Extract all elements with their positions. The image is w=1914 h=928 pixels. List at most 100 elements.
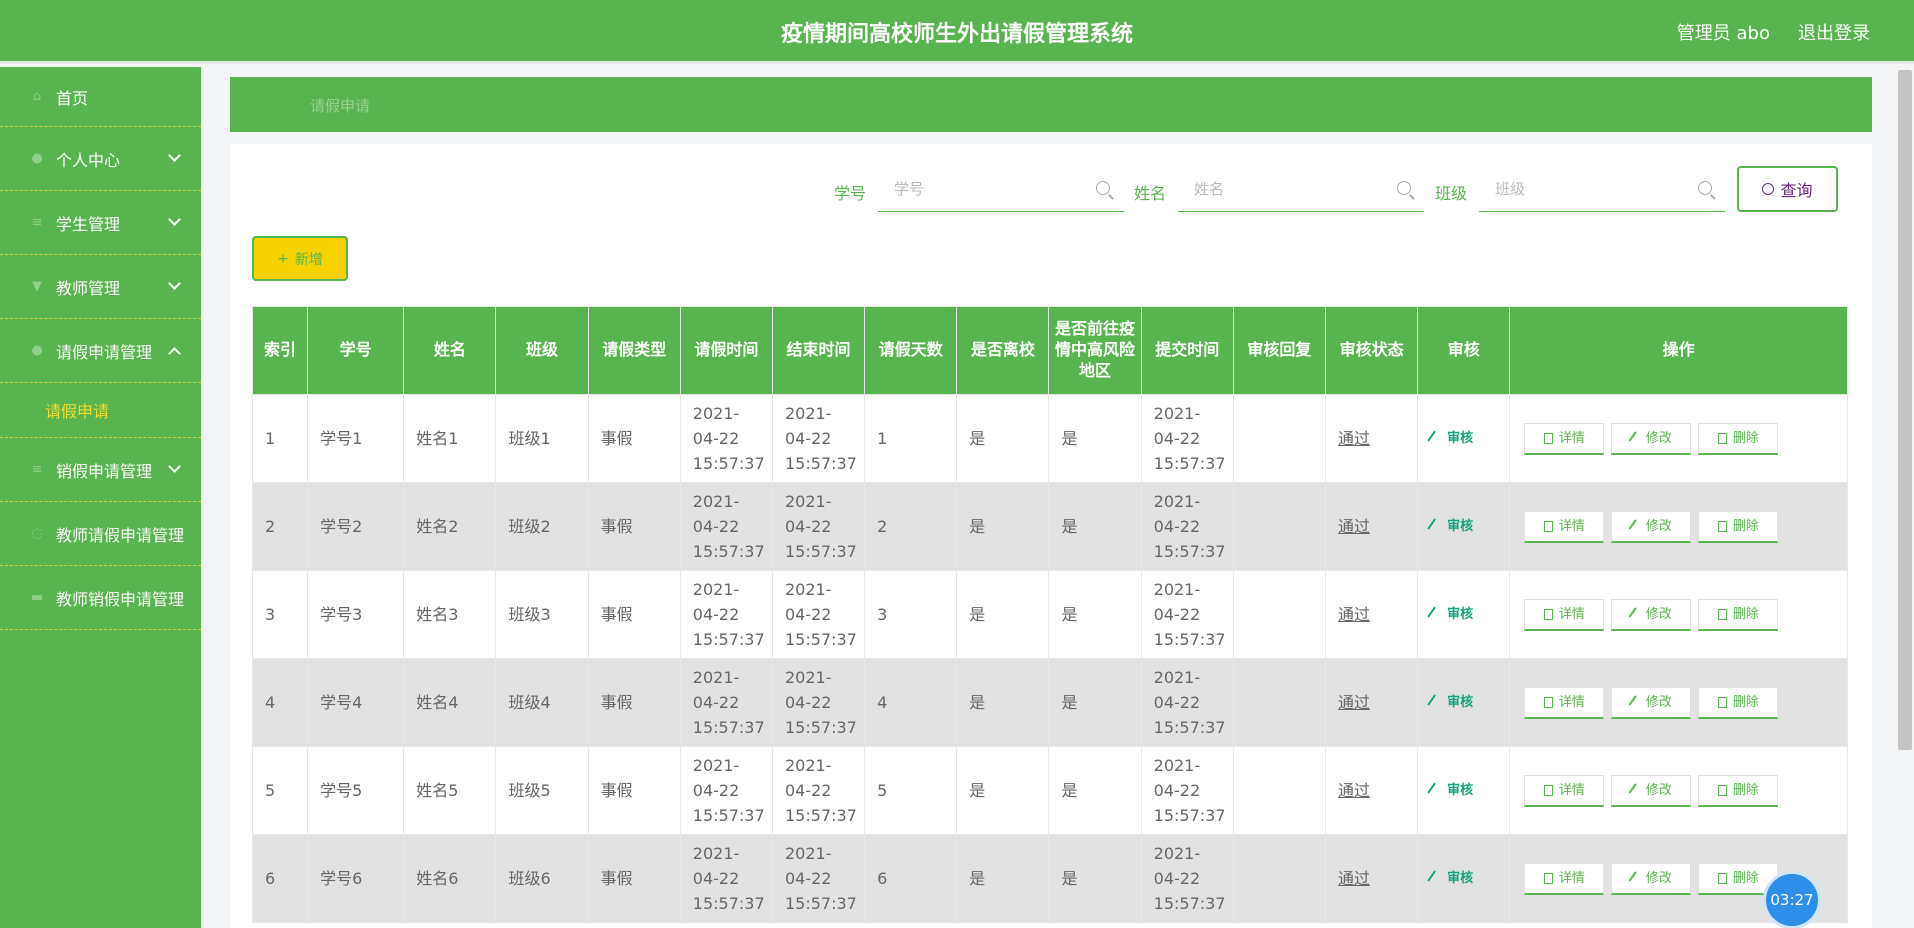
cell-type: 事假: [587, 658, 681, 747]
cell-submitted: 2021-04-22 15:57:37: [1140, 570, 1234, 659]
cell-days: 1: [864, 394, 958, 483]
delete-button[interactable]: 删除: [1698, 510, 1779, 543]
audit-button[interactable]: 审核: [1427, 778, 1473, 803]
audit-label: 审核: [1447, 870, 1474, 886]
app-title: 疫情期间高校师生外出请假管理系统: [780, 22, 1133, 47]
detail-button[interactable]: 详情: [1524, 598, 1605, 631]
cell-name: 姓名6: [403, 834, 497, 923]
edit-button[interactable]: 修改: [1611, 774, 1692, 807]
user-icon: ●: [31, 343, 43, 358]
delete-label: 删除: [1732, 694, 1759, 710]
name-input[interactable]: [1178, 166, 1424, 212]
detail-label: 详情: [1558, 518, 1585, 534]
edit-label: 修改: [1645, 782, 1672, 798]
cell-actions: 详情 修改 删除: [1509, 394, 1848, 483]
document-icon: [1543, 784, 1553, 796]
audit-button[interactable]: 审核: [1427, 866, 1474, 891]
cell-student-id: 学号3: [307, 570, 405, 659]
add-button[interactable]: + 新增: [252, 236, 348, 281]
cell-end: 2021-04-22 15:57:37: [771, 834, 866, 923]
audit-button[interactable]: 审核: [1427, 514, 1473, 539]
class-label: 班级: [1435, 184, 1468, 203]
delete-button[interactable]: 删除: [1698, 686, 1779, 719]
query-button[interactable]: 查询: [1737, 166, 1838, 212]
cell-class: 班级6: [495, 834, 589, 923]
document-icon: [1543, 520, 1553, 532]
sidebar-item-label: 教师销假申请管理: [56, 589, 185, 609]
edit-button[interactable]: 修改: [1611, 862, 1692, 895]
menu-icon: ≡: [31, 462, 43, 477]
cell-left-school: 是: [956, 394, 1050, 483]
sidebar-item-label: 销假申请管理: [56, 461, 153, 481]
delete-button[interactable]: 删除: [1698, 774, 1779, 807]
detail-button[interactable]: 详情: [1524, 774, 1605, 807]
cell-start: 2021-04-22 15:57:37: [679, 746, 773, 835]
cell-student-id: 学号6: [307, 834, 405, 923]
cell-actions: 详情 修改 删除: [1509, 746, 1848, 835]
delete-button[interactable]: 删除: [1698, 598, 1779, 631]
cell-type: 事假: [587, 834, 681, 923]
audit-button[interactable]: 审核: [1427, 426, 1474, 451]
breadcrumb: 请假申请: [230, 77, 1872, 132]
student-id-input[interactable]: [878, 166, 1124, 212]
audit-button[interactable]: 审核: [1427, 602, 1473, 627]
query-button-label: 查询: [1780, 181, 1813, 200]
column-header: 是否离校: [956, 306, 1050, 395]
teacher-icon: ▼: [32, 279, 42, 294]
class-input[interactable]: [1479, 166, 1725, 212]
cell-index: 2: [251, 482, 309, 571]
sidebar-item-student-management[interactable]: ≡ 学生管理: [0, 191, 201, 255]
edit-button[interactable]: 修改: [1611, 686, 1692, 719]
cell-submitted: 2021-04-22 15:57:37: [1140, 394, 1234, 483]
edit-button[interactable]: 修改: [1611, 598, 1692, 631]
trash-icon: [1717, 872, 1727, 884]
search-icon: [1096, 181, 1110, 195]
chevron-down-icon: [168, 460, 181, 473]
edit-button[interactable]: 修改: [1611, 422, 1692, 455]
audit-label: 审核: [1447, 430, 1474, 446]
sidebar-item-teacher-leave-management[interactable]: ◌ 教师请假申请管理: [0, 502, 201, 566]
trash-icon: [1717, 520, 1727, 532]
cell-name: 姓名4: [403, 658, 497, 747]
edit-button[interactable]: 修改: [1611, 510, 1692, 543]
sidebar-item-return-request-management[interactable]: ≡ 销假申请管理: [0, 438, 201, 502]
cell-audit: 审核: [1417, 834, 1511, 923]
column-header: 审核: [1417, 306, 1511, 395]
sidebar-item-personal-center[interactable]: ● 个人中心: [0, 127, 201, 191]
edit-label: 修改: [1645, 518, 1672, 534]
chat-icon: ◌: [31, 526, 43, 541]
cell-audit: 审核: [1417, 570, 1511, 659]
current-user[interactable]: 管理员 abo: [1677, 19, 1770, 45]
cell-submitted: 2021-04-22 15:57:37: [1140, 482, 1234, 571]
document-icon: [1543, 872, 1553, 884]
briefcase-icon: ▬: [30, 590, 44, 605]
sidebar-item-leave-request-management[interactable]: ● 请假申请管理: [0, 319, 201, 383]
sidebar-item-teacher-return-management[interactable]: ▬ 教师销假申请管理: [0, 566, 201, 630]
detail-label: 详情: [1558, 870, 1585, 886]
sidebar-item-home[interactable]: ⌂ 首页: [0, 67, 201, 127]
detail-button[interactable]: 详情: [1524, 422, 1605, 455]
detail-button[interactable]: 详情: [1524, 862, 1605, 895]
detail-button[interactable]: 详情: [1524, 510, 1605, 543]
sidebar-item-teacher-management[interactable]: ▼ 教师管理: [0, 255, 201, 319]
search-icon: [1397, 181, 1411, 195]
cell-submitted: 2021-04-22 15:57:37: [1140, 746, 1234, 835]
sidebar-item-label: 学生管理: [56, 214, 121, 234]
sidebar-item-label: 首页: [56, 88, 89, 108]
breadcrumb-item[interactable]: 请假申请: [310, 95, 370, 116]
sidebar-subitem-leave-request[interactable]: 请假申请: [0, 383, 201, 438]
delete-button[interactable]: 删除: [1698, 422, 1779, 455]
cell-risk-area: 是: [1048, 834, 1142, 923]
table-row: 5 学号5 姓名5 班级5 事假 2021-04-22 15:57:37 2021-04-2…: [251, 746, 1848, 835]
logout-link[interactable]: 退出登录: [1798, 19, 1870, 45]
cell-reply: [1232, 394, 1326, 483]
cell-reply: [1232, 482, 1326, 571]
edit-icon: [1628, 870, 1643, 886]
cell-index: 6: [251, 834, 309, 923]
detail-button[interactable]: 详情: [1524, 686, 1605, 719]
column-header: 索引: [251, 306, 309, 395]
search-icon: [1698, 181, 1712, 195]
cell-name: 姓名2: [403, 482, 497, 571]
audit-button[interactable]: 审核: [1427, 690, 1473, 715]
page-scrollbar[interactable]: [1898, 70, 1912, 750]
